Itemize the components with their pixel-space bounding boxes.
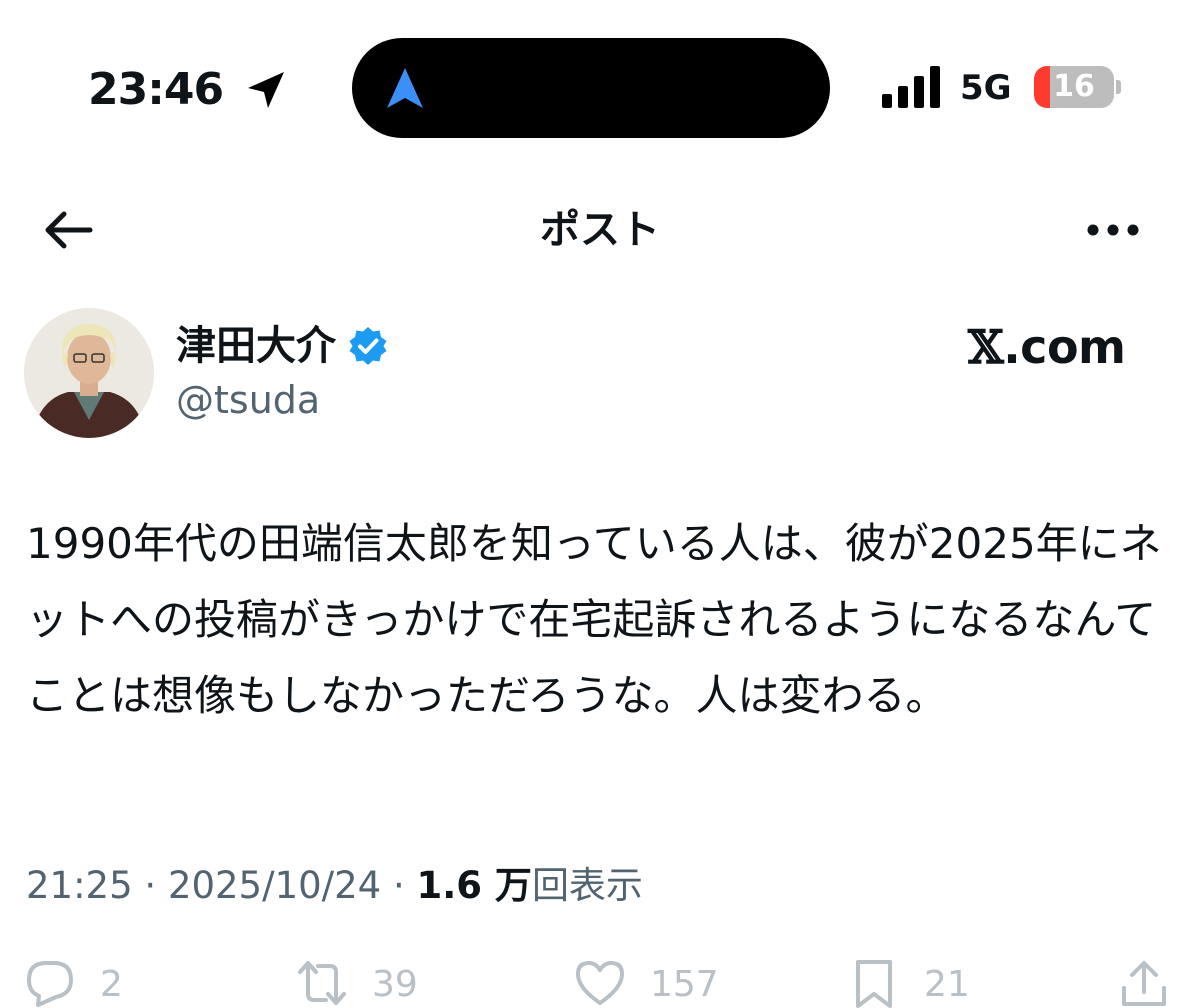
share-icon	[1122, 961, 1166, 1006]
like-button[interactable]: 157	[574, 956, 724, 1008]
post-text: 1990年代の田端信太郎を知っている人は、彼が2025年にネットへの投稿がきっか…	[26, 519, 1162, 720]
navigation-icon	[387, 68, 423, 108]
meta-separator: ·	[144, 864, 157, 907]
user-handle[interactable]: @tsuda	[176, 374, 320, 426]
bookmark-count: 21	[924, 964, 970, 1005]
more-options-icon[interactable]	[1086, 216, 1140, 244]
reply-count: 2	[100, 964, 123, 1005]
cellular-signal-icon	[882, 66, 940, 108]
dynamic-island[interactable]	[352, 38, 830, 138]
bookmark-button[interactable]: 21	[848, 956, 978, 1008]
repost-icon	[298, 961, 346, 1005]
views-count[interactable]: 1.6 万	[417, 864, 532, 907]
reply-button[interactable]: 2	[24, 956, 134, 1008]
repost-count: 39	[372, 964, 418, 1005]
x-logo: 𝕏	[968, 320, 1004, 374]
page-title: ポスト	[540, 207, 660, 253]
post-time[interactable]: 21:25	[26, 864, 133, 907]
network-type: 5G	[960, 68, 1012, 108]
reply-icon	[27, 961, 73, 1007]
views-label[interactable]: 回表示	[532, 864, 643, 907]
post-date[interactable]: 2025/10/24	[168, 864, 381, 907]
display-name[interactable]: 津田大介	[176, 318, 336, 374]
status-time: 23:46	[88, 64, 224, 115]
battery-icon: 16	[1034, 66, 1114, 108]
x-com-watermark: 𝕏.com	[968, 318, 1126, 376]
avatar[interactable]	[24, 308, 154, 438]
share-button[interactable]	[1118, 956, 1174, 1008]
repost-button[interactable]: 39	[296, 956, 436, 1008]
post-detail-screen: 23:46 5G 16 ポスト 津田大介 @tsuda 𝕏.com 1990年代…	[0, 0, 1200, 1008]
x-com-domain: .com	[1003, 320, 1126, 374]
location-arrow-icon	[248, 72, 284, 108]
meta-separator: ·	[392, 864, 405, 907]
avatar-portrait	[24, 308, 154, 438]
battery-cap	[1116, 80, 1121, 94]
post-metadata: 21:25 · 2025/10/24 · 1.6 万回表示	[26, 860, 643, 912]
bookmark-icon	[856, 960, 892, 1008]
like-count: 157	[650, 964, 719, 1005]
verified-badge-icon[interactable]	[348, 326, 388, 366]
battery-level: 16	[1053, 69, 1095, 104]
heart-icon	[576, 961, 624, 1005]
